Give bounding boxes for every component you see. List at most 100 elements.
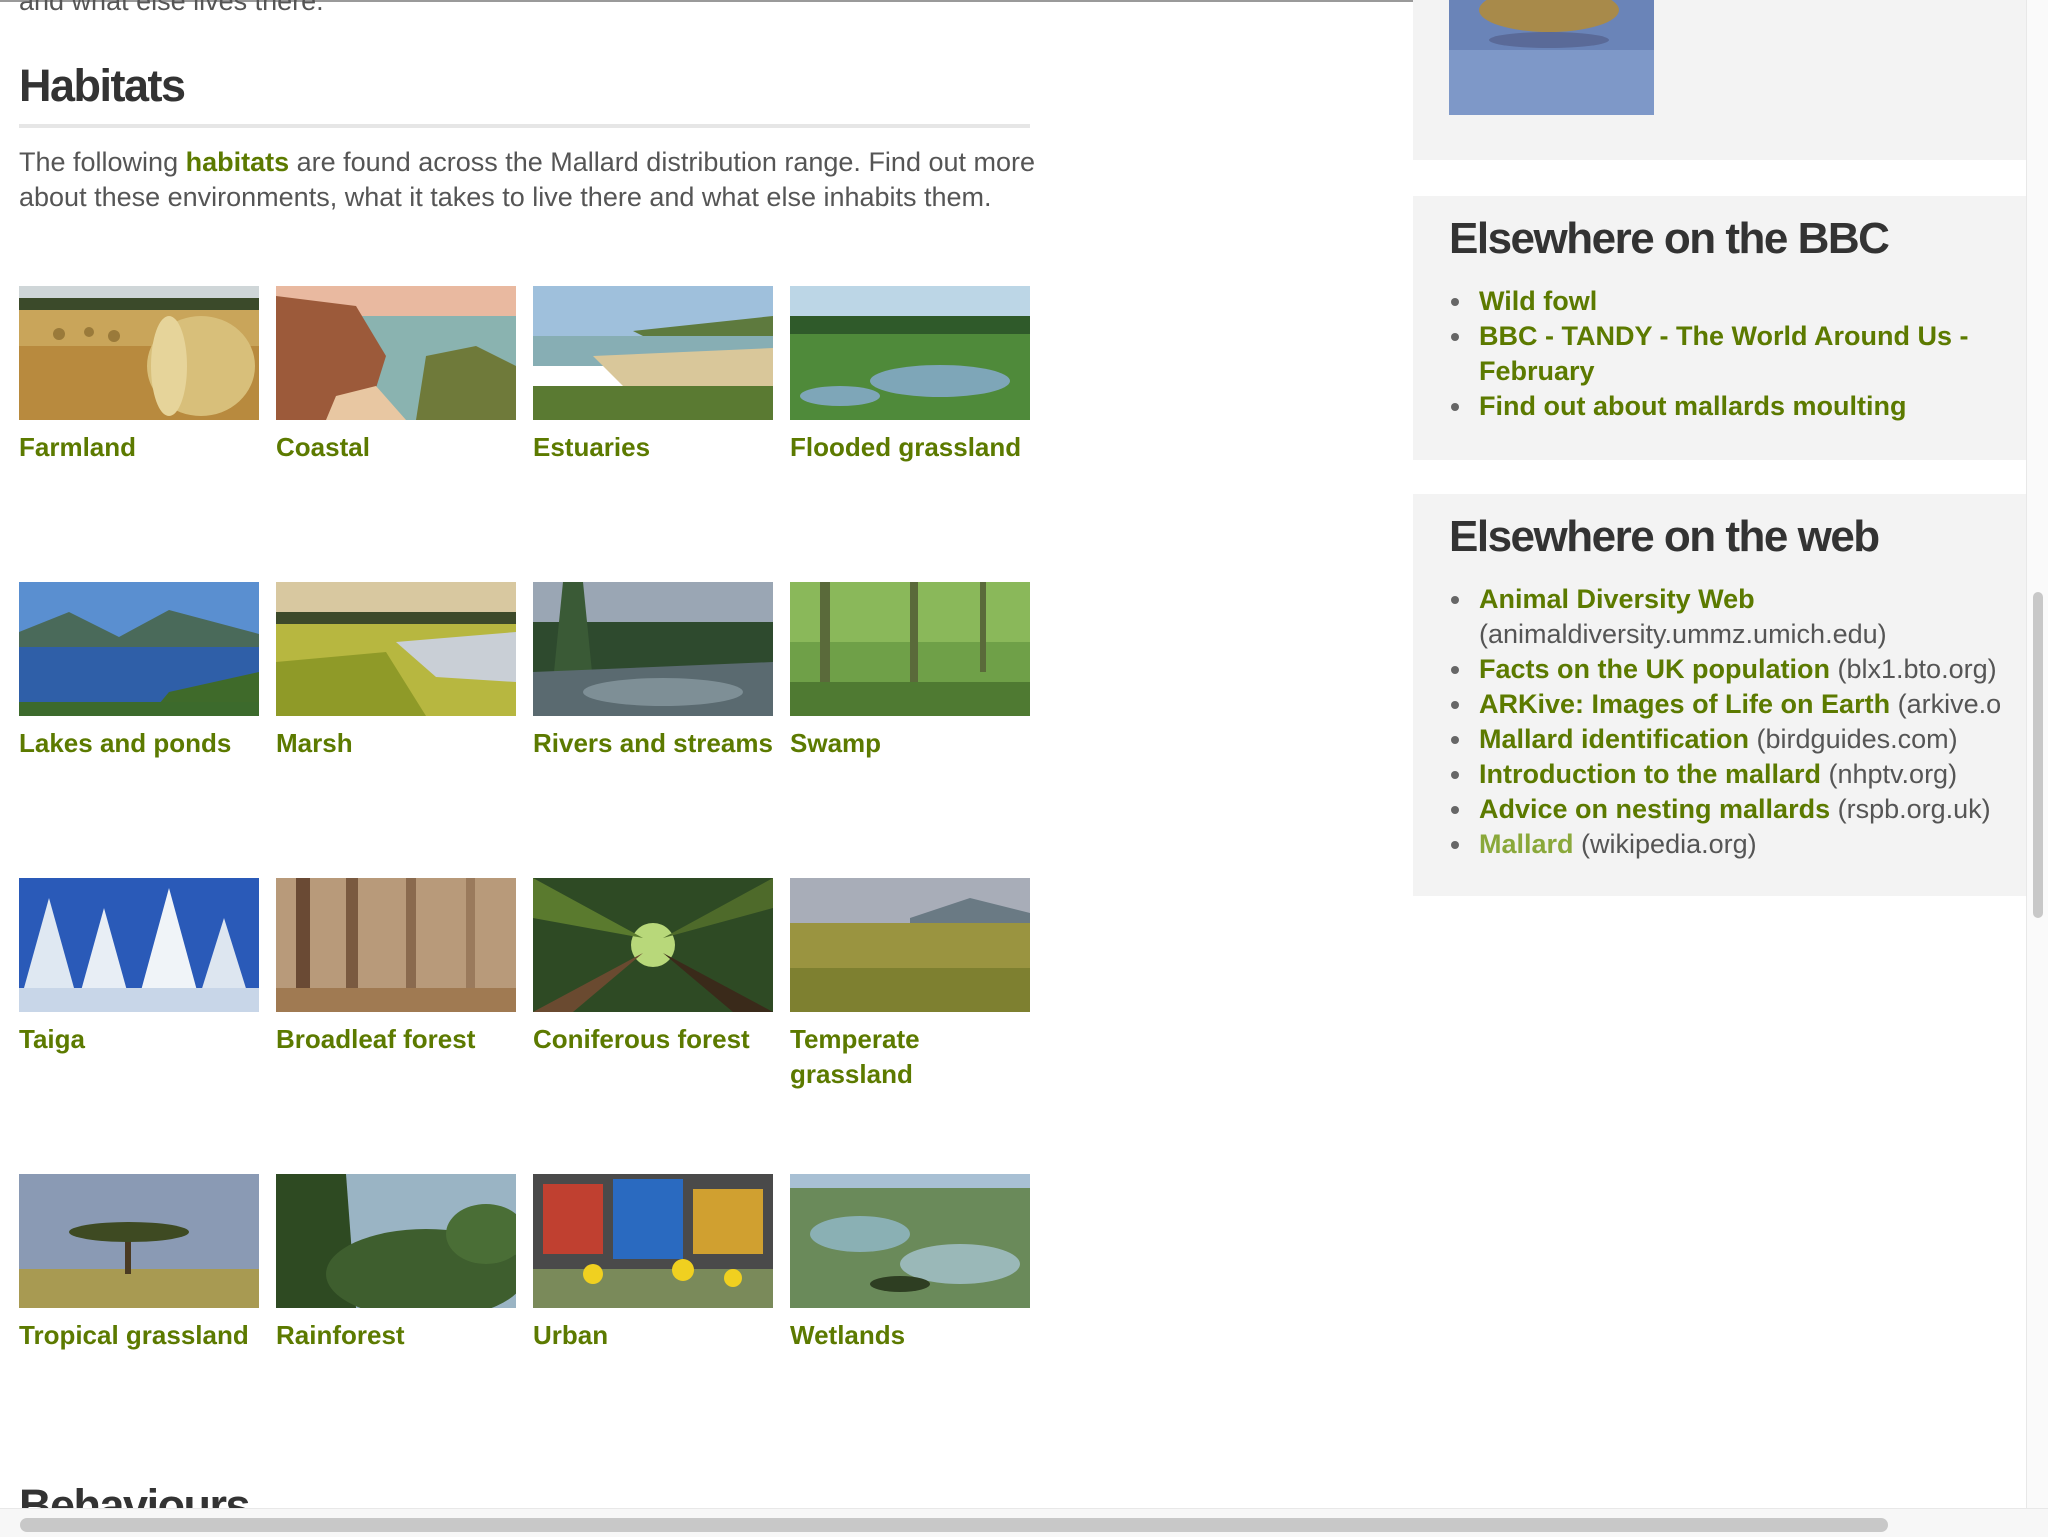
wetlands-image[interactable] — [790, 1174, 1030, 1308]
list-item: BBC - TANDY - The World Around Us - Febr… — [1449, 319, 2019, 389]
list-item: Advice on nesting mallards (rspb.org.uk) — [1449, 792, 2019, 827]
habitat-label[interactable]: Estuaries — [533, 430, 773, 465]
bullet-icon — [1451, 596, 1459, 604]
habitat-label[interactable]: Broadleaf forest — [276, 1022, 516, 1057]
habitat-label[interactable]: Wetlands — [790, 1318, 1030, 1353]
bullet-icon — [1451, 841, 1459, 849]
habitat-label[interactable]: Rainforest — [276, 1318, 516, 1353]
tropical-grassland-image[interactable] — [19, 1174, 259, 1308]
link-domain: (birdguides.com) — [1756, 724, 1958, 754]
habitat-label[interactable]: Temperate grassland — [790, 1022, 1030, 1092]
main-content: and what else lives there. Habitats The … — [0, 0, 1100, 1536]
elsewhere-on-bbc-box: Elsewhere on the BBC Wild fowl BBC - TAN… — [1413, 196, 2026, 460]
habitats-link[interactable]: habitats — [186, 147, 290, 177]
bbc-link-moulting[interactable]: Find out about mallards moulting — [1479, 391, 1906, 421]
bullet-icon — [1451, 333, 1459, 341]
habitat-tile-rainforest[interactable]: Rainforest — [276, 1174, 516, 1470]
habitat-tile-farmland[interactable]: Farmland — [19, 286, 259, 582]
bbc-link-wild-fowl[interactable]: Wild fowl — [1479, 286, 1597, 316]
bullet-icon — [1451, 403, 1459, 411]
habitat-tile-wetlands[interactable]: Wetlands — [790, 1174, 1030, 1470]
link-domain: (arkive.o — [1897, 689, 2002, 719]
elsewhere-on-web-box: Elsewhere on the web Animal Diversity We… — [1413, 494, 2026, 896]
list-item: Mallard (wikipedia.org) — [1449, 827, 2019, 862]
habitat-label[interactable]: Coastal — [276, 430, 516, 465]
habitat-tile-swamp[interactable]: Swamp — [790, 582, 1030, 878]
habitat-tile-taiga[interactable]: Taiga — [19, 878, 259, 1174]
taiga-image[interactable] — [19, 878, 259, 1012]
section-title-habitats: Habitats — [19, 60, 186, 111]
farmland-image[interactable] — [19, 286, 259, 420]
lakes-and-ponds-image[interactable] — [19, 582, 259, 716]
elsewhere-on-bbc-title: Elsewhere on the BBC — [1449, 214, 1890, 263]
habitat-label[interactable]: Swamp — [790, 726, 1030, 761]
habitat-label[interactable]: Rivers and streams — [533, 726, 773, 761]
habitat-tile-broadleaf-forest[interactable]: Broadleaf forest — [276, 878, 516, 1174]
clipped-paragraph-text: and what else lives there. — [19, 0, 324, 16]
web-link-nesting-advice[interactable]: Advice on nesting mallards — [1479, 794, 1830, 824]
bullet-icon — [1451, 298, 1459, 306]
habitat-tile-tropical-grassland[interactable]: Tropical grassland — [19, 1174, 259, 1470]
habitat-label[interactable]: Farmland — [19, 430, 259, 465]
bullet-icon — [1451, 771, 1459, 779]
habitat-tile-rivers-and-streams[interactable]: Rivers and streams — [533, 582, 773, 878]
coastal-image[interactable] — [276, 286, 516, 420]
urban-image[interactable] — [533, 1174, 773, 1308]
link-domain: (animaldiversity.ummz.umich.edu) — [1479, 619, 1887, 649]
web-link-wikipedia-mallard[interactable]: Mallard — [1479, 829, 1574, 859]
horizontal-scrollbar-thumb[interactable] — [20, 1518, 1888, 1532]
habitat-tile-flooded-grassland[interactable]: Flooded grassland — [790, 286, 1030, 582]
marsh-image[interactable] — [276, 582, 516, 716]
sidebar-photo-box — [1413, 0, 2026, 160]
list-item: Wild fowl — [1449, 284, 2019, 319]
mallard-photo[interactable] — [1449, 0, 1654, 115]
link-domain: (nhptv.org) — [1828, 759, 1958, 789]
bullet-icon — [1451, 806, 1459, 814]
temperate-grassland-image[interactable] — [790, 878, 1030, 1012]
habitat-label[interactable]: Flooded grassland — [790, 430, 1030, 465]
list-item: ARKive: Images of Life on Earth (arkive.… — [1449, 687, 2019, 722]
habitat-tile-urban[interactable]: Urban — [533, 1174, 773, 1470]
elsewhere-on-web-title: Elsewhere on the web — [1449, 512, 1880, 561]
link-domain: (blx1.bto.org) — [1837, 654, 1997, 684]
habitats-intro: The following habitats are found across … — [19, 145, 1039, 215]
list-item: Find out about mallards moulting — [1449, 389, 2019, 424]
web-link-animal-diversity[interactable]: Animal Diversity Web — [1479, 584, 1755, 614]
broadleaf-forest-image[interactable] — [276, 878, 516, 1012]
habitat-label[interactable]: Lakes and ponds — [19, 726, 259, 761]
web-link-arkive[interactable]: ARKive: Images of Life on Earth — [1479, 689, 1890, 719]
bullet-icon — [1451, 666, 1459, 674]
habitat-tile-marsh[interactable]: Marsh — [276, 582, 516, 878]
web-link-mallard-identification[interactable]: Mallard identification — [1479, 724, 1749, 754]
title-divider — [19, 124, 1030, 128]
bbc-link-list: Wild fowl BBC - TANDY - The World Around… — [1449, 284, 2019, 424]
flooded-grassland-image[interactable] — [790, 286, 1030, 420]
habitat-grid: Farmland Coastal Estuaries Flooded grass… — [19, 286, 1059, 1470]
web-link-introduction[interactable]: Introduction to the mallard — [1479, 759, 1821, 789]
habitat-tile-temperate-grassland[interactable]: Temperate grassland — [790, 878, 1030, 1174]
rivers-and-streams-image[interactable] — [533, 582, 773, 716]
habitat-tile-coastal[interactable]: Coastal — [276, 286, 516, 582]
estuaries-image[interactable] — [533, 286, 773, 420]
habitat-label[interactable]: Coniferous forest — [533, 1022, 773, 1057]
habitat-label[interactable]: Urban — [533, 1318, 773, 1353]
list-item: Introduction to the mallard (nhptv.org) — [1449, 757, 2019, 792]
habitat-tile-coniferous-forest[interactable]: Coniferous forest — [533, 878, 773, 1174]
vertical-scrollbar-thumb[interactable] — [2033, 592, 2043, 918]
bullet-icon — [1451, 736, 1459, 744]
list-item: Facts on the UK population (blx1.bto.org… — [1449, 652, 2019, 687]
habitat-tile-estuaries[interactable]: Estuaries — [533, 286, 773, 582]
swamp-image[interactable] — [790, 582, 1030, 716]
web-link-uk-population[interactable]: Facts on the UK population — [1479, 654, 1830, 684]
link-domain: (wikipedia.org) — [1581, 829, 1757, 859]
list-item: Mallard identification (birdguides.com) — [1449, 722, 2019, 757]
habitat-label[interactable]: Taiga — [19, 1022, 259, 1057]
habitat-label[interactable]: Tropical grassland — [19, 1318, 259, 1353]
link-domain: (rspb.org.uk) — [1837, 794, 1991, 824]
rainforest-image[interactable] — [276, 1174, 516, 1308]
habitat-tile-lakes-and-ponds[interactable]: Lakes and ponds — [19, 582, 259, 878]
coniferous-forest-image[interactable] — [533, 878, 773, 1012]
bullet-icon — [1451, 701, 1459, 709]
bbc-link-tandy[interactable]: BBC - TANDY - The World Around Us - Febr… — [1479, 321, 1968, 386]
habitat-label[interactable]: Marsh — [276, 726, 516, 761]
